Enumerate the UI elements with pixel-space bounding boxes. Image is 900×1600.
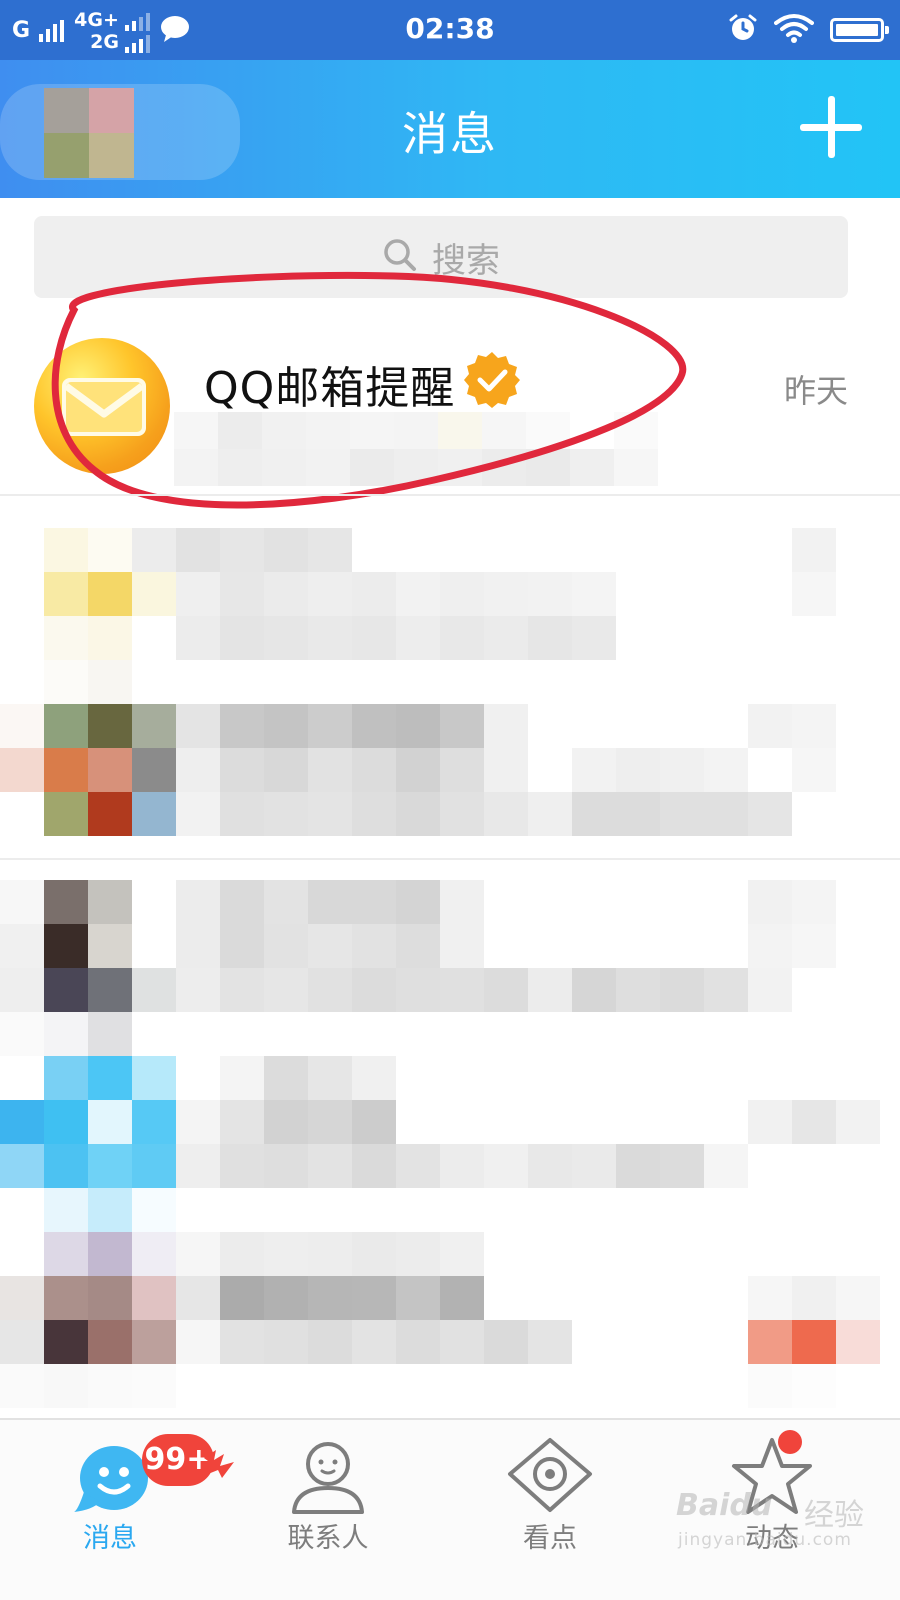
- list-item[interactable]: [0, 1056, 900, 1232]
- annotation-ellipse: [51, 271, 687, 509]
- bottom-nav: 99+ 消息 联系人 看点 动态: [0, 1418, 900, 1600]
- page-title: 消息: [402, 107, 498, 161]
- tab-moments[interactable]: 动态: [672, 1420, 872, 1600]
- plus-icon[interactable]: [794, 90, 870, 166]
- battery-icon: [830, 18, 889, 42]
- list-item[interactable]: [0, 880, 900, 1056]
- divider: [0, 494, 900, 496]
- list-item[interactable]: [0, 1232, 900, 1408]
- unread-badge: 99+: [142, 1434, 238, 1486]
- tab-label: 消息: [83, 1523, 137, 1554]
- tab-messages[interactable]: 99+ 消息: [10, 1420, 234, 1600]
- status-bar: G 4G+ 2G 02:38: [0, 0, 900, 60]
- divider: [0, 858, 900, 860]
- conversation-time: 昨天: [783, 372, 848, 410]
- tab-label: 联系人: [287, 1523, 369, 1554]
- list-item[interactable]: [0, 528, 900, 704]
- status-right-icons: [728, 12, 889, 48]
- alarm-icon: [728, 13, 758, 47]
- tab-discover[interactable]: 看点: [450, 1420, 650, 1600]
- contacts-person-icon: [278, 1434, 378, 1518]
- star-icon: [722, 1434, 822, 1518]
- tab-label: 看点: [523, 1523, 577, 1554]
- notification-dot: [778, 1430, 802, 1454]
- list-item[interactable]: [0, 704, 900, 836]
- tab-contacts[interactable]: 联系人: [228, 1420, 428, 1600]
- tab-label: 动态: [745, 1523, 799, 1554]
- wifi-icon: [774, 13, 814, 47]
- app-header: 消息: [0, 60, 900, 198]
- eye-diamond-icon: [500, 1434, 600, 1518]
